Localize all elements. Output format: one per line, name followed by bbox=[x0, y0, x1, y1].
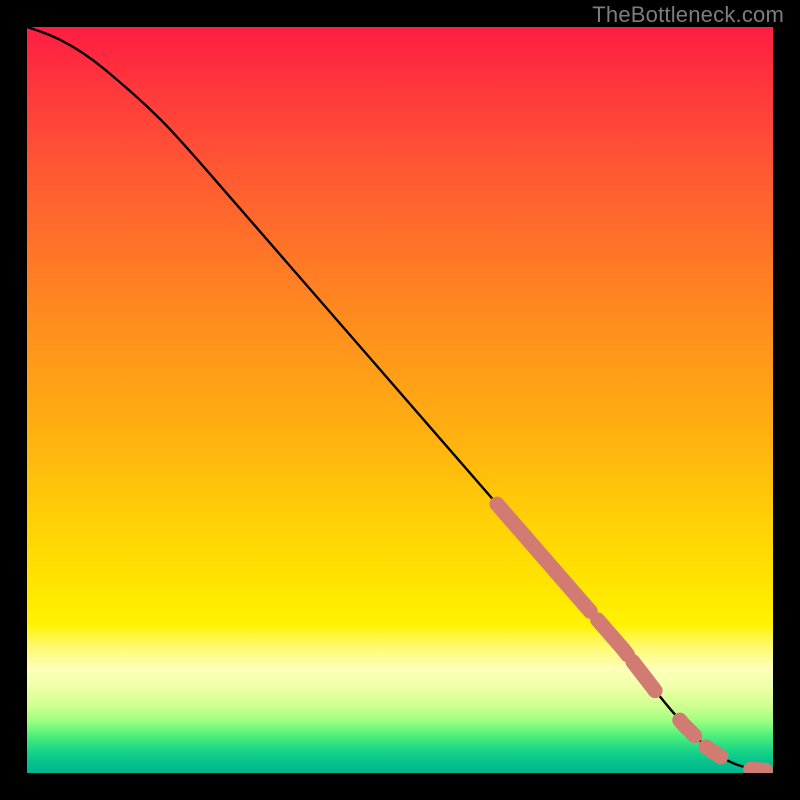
marker-segment bbox=[706, 747, 721, 757]
marker-segment bbox=[633, 662, 655, 691]
marker-segment bbox=[680, 720, 695, 736]
attribution-text: TheBottleneck.com bbox=[592, 2, 784, 28]
marker-segment bbox=[598, 620, 628, 655]
marker-segment bbox=[497, 504, 590, 611]
chart-frame: TheBottleneck.com bbox=[0, 0, 800, 800]
curve-line bbox=[27, 27, 773, 771]
curve-markers bbox=[497, 504, 766, 770]
marker-segment bbox=[751, 769, 766, 770]
curve-svg bbox=[27, 27, 773, 773]
plot-area bbox=[27, 27, 773, 773]
